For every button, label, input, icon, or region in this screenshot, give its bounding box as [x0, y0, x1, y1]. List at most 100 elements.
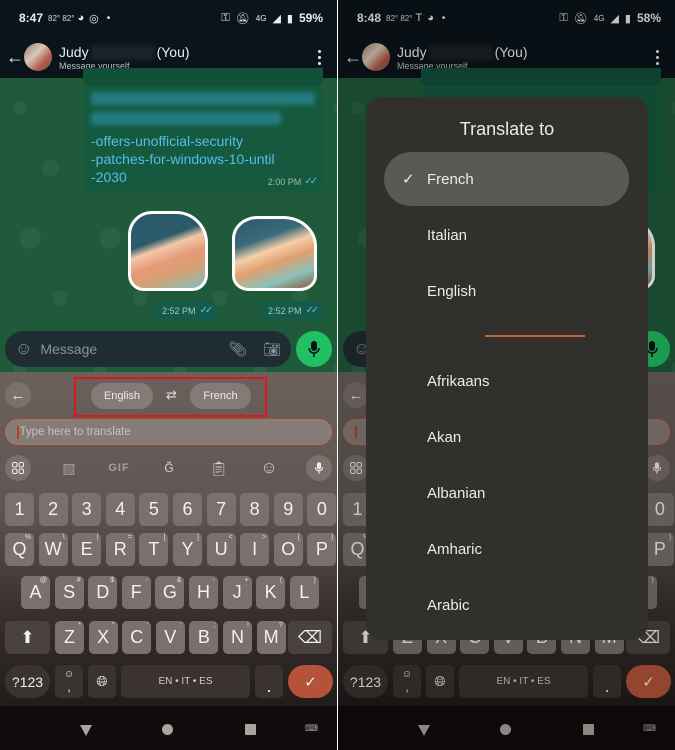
- key-m[interactable]: M?: [256, 621, 286, 654]
- key-t[interactable]: T[: [139, 533, 169, 566]
- key-q[interactable]: Q%: [5, 533, 34, 566]
- back-arrow-icon[interactable]: ←: [6, 47, 24, 68]
- language-label: Akan: [427, 428, 462, 446]
- link-text-line[interactable]: -offers-unofficial-security: [91, 132, 315, 150]
- key-7[interactable]: 7: [206, 493, 236, 526]
- language-option-italian[interactable]: Italian: [384, 208, 629, 262]
- key-c[interactable]: C': [122, 621, 152, 654]
- language-option-akan[interactable]: Akan: [384, 410, 629, 464]
- language-switch-key[interactable]: 🌐︎: [88, 665, 116, 698]
- emoji-icon[interactable]: ☺: [15, 339, 32, 359]
- nav-home-icon[interactable]: [162, 724, 173, 735]
- key-l[interactable]: L): [289, 576, 319, 609]
- message-input[interactable]: ☺ Message 📎︎ 📷︎: [5, 331, 291, 367]
- key-alt-symbol: {: [297, 534, 300, 541]
- key-g[interactable]: G&: [155, 576, 185, 609]
- enter-key[interactable]: ✓: [288, 665, 333, 698]
- nav-recents-icon[interactable]: [245, 724, 256, 735]
- key-z[interactable]: Z*: [55, 621, 84, 654]
- key-label: 3: [81, 499, 92, 519]
- comma-key[interactable]: ☺,: [55, 665, 83, 698]
- shift-key[interactable]: ⬆: [5, 621, 50, 654]
- key-grid: 1234567890Q%W\E|R=T[Y]U<I>O{P}A@S#D$F-G&…: [0, 372, 337, 706]
- key-y[interactable]: Y]: [173, 533, 202, 566]
- key-0[interactable]: 0: [307, 493, 337, 526]
- key-v[interactable]: V:: [155, 621, 185, 654]
- more-options-icon[interactable]: [307, 49, 331, 65]
- key-3[interactable]: 3: [72, 493, 102, 526]
- key-alt-symbol: $: [110, 577, 115, 584]
- symbols-key[interactable]: ?123: [5, 665, 50, 698]
- nav-back-icon[interactable]: [80, 725, 92, 736]
- language-option-amharic[interactable]: Amharic: [384, 522, 629, 576]
- key-e[interactable]: E|: [72, 533, 102, 566]
- contact-name[interactable]: Judy (You): [59, 44, 190, 61]
- language-option-albanian[interactable]: Albanian: [384, 466, 629, 520]
- avatar[interactable]: [24, 43, 52, 71]
- key-label: O: [281, 539, 296, 559]
- key-2[interactable]: 2: [38, 493, 68, 526]
- key-f[interactable]: F-: [121, 576, 151, 609]
- language-option-afrikaans[interactable]: Afrikaans: [384, 354, 629, 408]
- language-option-french[interactable]: ✓ French: [384, 152, 629, 206]
- key-alt-symbol: =: [127, 534, 132, 541]
- key-n[interactable]: N!: [223, 621, 252, 654]
- key-i[interactable]: I>: [240, 533, 270, 566]
- attach-icon[interactable]: 📎︎: [228, 340, 247, 358]
- key-9[interactable]: 9: [273, 493, 303, 526]
- redacted-link-line: [91, 92, 315, 105]
- key-8[interactable]: 8: [240, 493, 270, 526]
- key-p[interactable]: P}: [307, 533, 337, 566]
- key-h[interactable]: H-: [189, 576, 218, 609]
- key-o[interactable]: O{: [273, 533, 303, 566]
- key-alt-symbol: :: [179, 622, 182, 629]
- backspace-icon: ⌫: [297, 627, 323, 647]
- key-label: 5: [148, 499, 159, 519]
- camera-icon[interactable]: 📷︎: [263, 341, 281, 358]
- key-label: Z: [64, 627, 75, 647]
- language-option-english[interactable]: English: [384, 264, 629, 318]
- key-label: N: [231, 627, 244, 647]
- mute-icon: 🔕︎: [235, 12, 250, 25]
- key-4[interactable]: 4: [105, 493, 135, 526]
- key-alt-symbol: @: [39, 577, 47, 584]
- system-nav-bar: ⌨: [0, 706, 337, 750]
- key-u[interactable]: U<: [206, 533, 236, 566]
- link-text-line[interactable]: -patches-for-windows-10-until: [91, 150, 315, 168]
- key-d[interactable]: D$: [88, 576, 118, 609]
- status-bar: 8:47 82° 82° ◕ ◎ • ⚿ 🔕︎ 4G ◢ ▮ 59%: [0, 0, 337, 36]
- link-message-bubble[interactable]: -offers-unofficial-security -patches-for…: [83, 86, 323, 192]
- key-j[interactable]: J+: [222, 576, 252, 609]
- key-alt-symbol: &: [176, 577, 182, 584]
- key-1[interactable]: 1: [5, 493, 34, 526]
- key-6[interactable]: 6: [173, 493, 202, 526]
- key-label: V: [164, 627, 177, 647]
- backspace-key[interactable]: ⌫: [288, 621, 332, 654]
- key-r[interactable]: R=: [105, 533, 135, 566]
- battery-icon: ▮: [286, 12, 293, 25]
- key-x[interactable]: X": [88, 621, 118, 654]
- location-icon: ◎: [89, 12, 99, 25]
- key-label: E: [80, 539, 93, 559]
- message-meta: 2:00 PM ✓✓: [268, 176, 318, 187]
- key-5[interactable]: 5: [139, 493, 169, 526]
- comma-label: ,: [67, 680, 71, 694]
- key-alt-symbol: ): [313, 577, 316, 584]
- key-alt-symbol: ': [146, 622, 149, 629]
- redacted-link-line: [91, 112, 282, 125]
- keyboard-switch-icon[interactable]: ⌨: [305, 723, 318, 734]
- period-key[interactable]: .: [255, 665, 283, 698]
- sticker-laughing-girls[interactable]: [232, 216, 317, 291]
- key-b[interactable]: B;: [189, 621, 219, 654]
- translate-to-dialog: Translate to ✓ French Italian English Afrika…: [366, 97, 648, 640]
- language-option-arabic[interactable]: Arabic: [384, 578, 629, 632]
- key-label: U: [214, 539, 228, 559]
- space-bar[interactable]: EN • IT • ES: [121, 665, 250, 698]
- key-w[interactable]: W\: [38, 533, 68, 566]
- voice-message-button[interactable]: [296, 331, 332, 367]
- vpn-key-icon: ⚿: [221, 11, 230, 24]
- key-a[interactable]: A@: [21, 576, 50, 609]
- sticker-selfie-girls[interactable]: [128, 211, 208, 291]
- key-k[interactable]: K(: [256, 576, 286, 609]
- key-s[interactable]: S#: [54, 576, 84, 609]
